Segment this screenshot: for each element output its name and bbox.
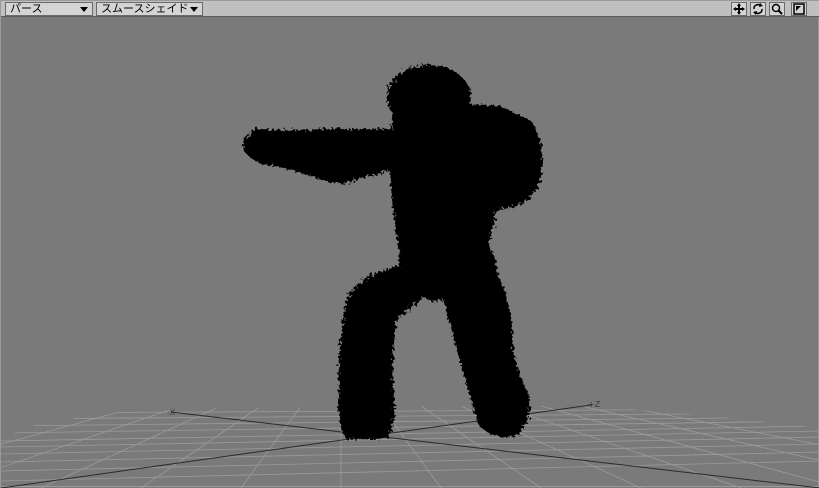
chevron-down-icon [190,7,198,12]
maximize-viewport-icon [793,3,805,15]
floor-grid [1,405,819,488]
maximize-viewport-button[interactable] [791,2,807,16]
chevron-down-icon [80,7,88,12]
rotate-view-button[interactable] [750,2,766,16]
move-view-icon [733,3,745,15]
3d-viewport[interactable]: パース スムースシェイド -X +Z [0,0,819,488]
axis-label-z: +Z [588,400,601,409]
viewport-toolbar: パース スムースシェイド [1,1,819,17]
axis-label-x: -X [167,408,175,417]
shading-mode-label: スムースシェイド [101,2,189,15]
shading-mode-dropdown[interactable]: スムースシェイド [96,2,203,16]
view-mode-label: パース [10,2,43,15]
zoom-view-icon [771,3,783,15]
rotate-view-icon [753,3,763,15]
scene-canvas[interactable]: -X +Z [1,17,819,488]
move-view-button[interactable] [731,2,747,16]
character-silhouette[interactable] [243,65,543,439]
view-mode-dropdown[interactable]: パース [5,2,93,16]
zoom-view-button[interactable] [769,2,785,16]
